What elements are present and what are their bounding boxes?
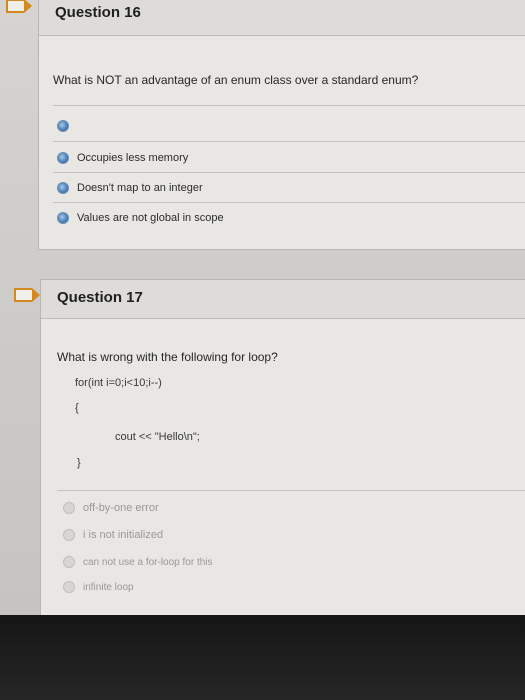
question-17-card: Question 17 What is wrong with the follo… [40,279,525,624]
option-label: off-by-one error [83,502,159,514]
code-line: } [77,457,81,469]
radio-icon[interactable] [57,152,69,164]
divider [53,105,525,106]
option-label: can not use a for-loop for this [83,556,213,568]
flag-question-icon[interactable] [14,288,40,302]
code-line: { [75,402,79,414]
radio-icon[interactable] [63,556,75,568]
option-label: i is not initialized [83,529,164,541]
question-16-header: Question 16 [39,0,525,36]
question-17-title: Question 17 [57,289,143,306]
laptop-bezel [0,615,525,700]
radio-icon[interactable] [63,529,75,541]
option-label: infinite loop [83,581,134,593]
radio-icon[interactable] [63,502,75,514]
question-17-header: Question 17 [41,280,525,319]
answer-option[interactable]: Doesn't map to an integer [57,182,203,194]
divider [53,202,525,203]
divider [53,141,525,142]
code-line: for(int i=0;i<10;i--) [75,377,162,389]
option-label: Doesn't map to an integer [77,182,203,194]
flag-question-icon[interactable] [6,0,32,13]
answer-option[interactable]: off-by-one error [63,502,159,514]
answer-option[interactable]: can not use a for-loop for this [63,556,213,568]
radio-icon[interactable] [57,212,69,224]
option-label: Values are not global in scope [77,212,224,224]
answer-option[interactable]: Occupies less memory [57,152,188,164]
radio-icon[interactable] [57,182,69,194]
answer-option[interactable]: infinite loop [63,581,134,593]
divider [53,172,525,173]
answer-radio-blank[interactable] [57,120,77,132]
question-16-card: Question 16 What is NOT an advantage of … [38,0,525,250]
option-label: Occupies less memory [77,152,189,164]
screen: Question 16 What is NOT an advantage of … [0,0,525,624]
question-16-title: Question 16 [55,4,141,21]
answer-option[interactable]: i is not initialized [63,529,163,541]
answer-option[interactable]: Values are not global in scope [57,212,224,224]
code-line: cout << "Hello\n"; [115,431,200,443]
radio-icon[interactable] [63,581,75,593]
question-17-prompt: What is wrong with the following for loo… [57,350,278,364]
question-16-prompt: What is NOT an advantage of an enum clas… [53,73,419,87]
divider [57,490,525,491]
